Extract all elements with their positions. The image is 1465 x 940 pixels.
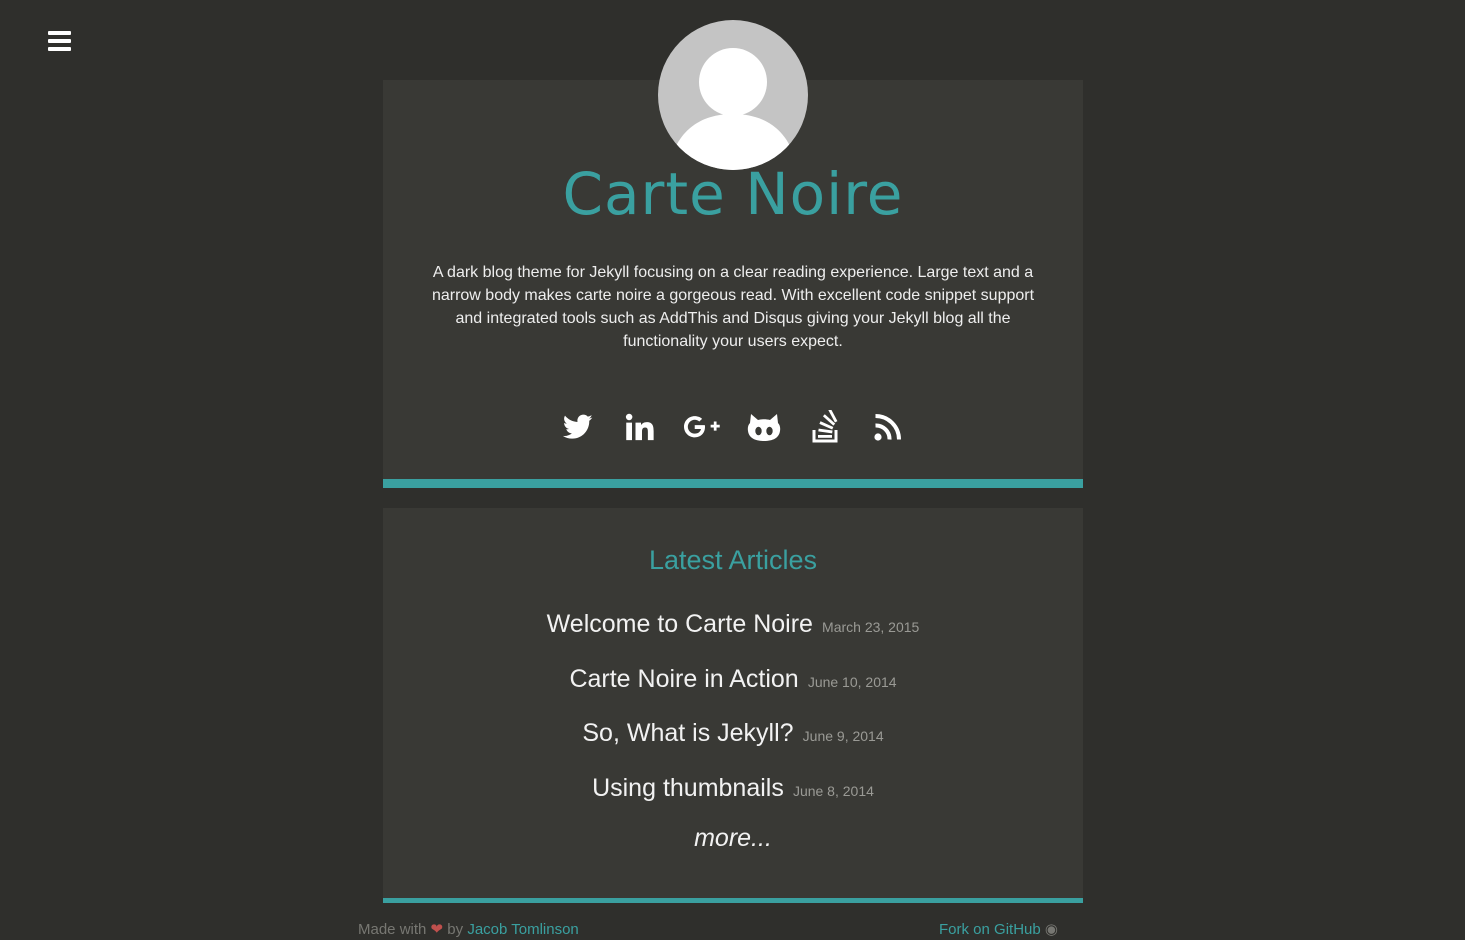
site-description: A dark blog theme for Jekyll focusing on… [431,264,1035,350]
list-item: Carte Noire in Action June 10, 2014 [383,659,1083,714]
rss-icon[interactable] [868,408,908,446]
footer: Made with ❤ by Jacob Tomlinson Fork on G… [358,920,1058,940]
article-link[interactable]: Using thumbnails [592,774,784,802]
menu-bar [48,31,71,35]
article-date: March 23, 2015 [822,619,920,635]
list-item: So, What is Jekyll? June 9, 2014 [383,713,1083,768]
avatar [658,20,808,170]
footer-fork: Fork on GitHub ◉ [939,920,1058,938]
article-link[interactable]: Welcome to Carte Noire [547,610,813,638]
list-item: Welcome to Carte Noire March 23, 2015 [383,604,1083,659]
stackoverflow-icon[interactable] [806,408,846,446]
article-date: June 8, 2014 [792,782,874,799]
article-list: Welcome to Carte Noire March 23, 2015 Ca… [383,604,1083,822]
article-link[interactable]: Carte Noire in Action [569,665,798,693]
default-user-avatar-icon [668,48,798,170]
latest-articles-heading: Latest Articles [648,545,818,575]
article-link[interactable]: So, What is Jekyll? [582,719,793,747]
google-plus-icon[interactable] [682,408,722,446]
linkedin-icon[interactable] [620,408,660,446]
site-title[interactable]: Carte Noire [383,160,1083,228]
hamburger-menu-icon[interactable] [48,31,72,53]
twitter-icon[interactable] [558,408,598,446]
social-links [383,408,1083,446]
menu-bar [48,47,71,51]
article-date: June 10, 2014 [807,673,897,690]
footer-credit: Made with ❤ by Jacob Tomlinson [358,920,579,938]
article-date: June 9, 2014 [802,728,884,744]
menu-bar [48,39,71,43]
list-item: Using thumbnails June 8, 2014 [383,768,1083,823]
more-articles-link[interactable]: more... [383,824,1083,853]
github-icon[interactable] [744,408,784,446]
